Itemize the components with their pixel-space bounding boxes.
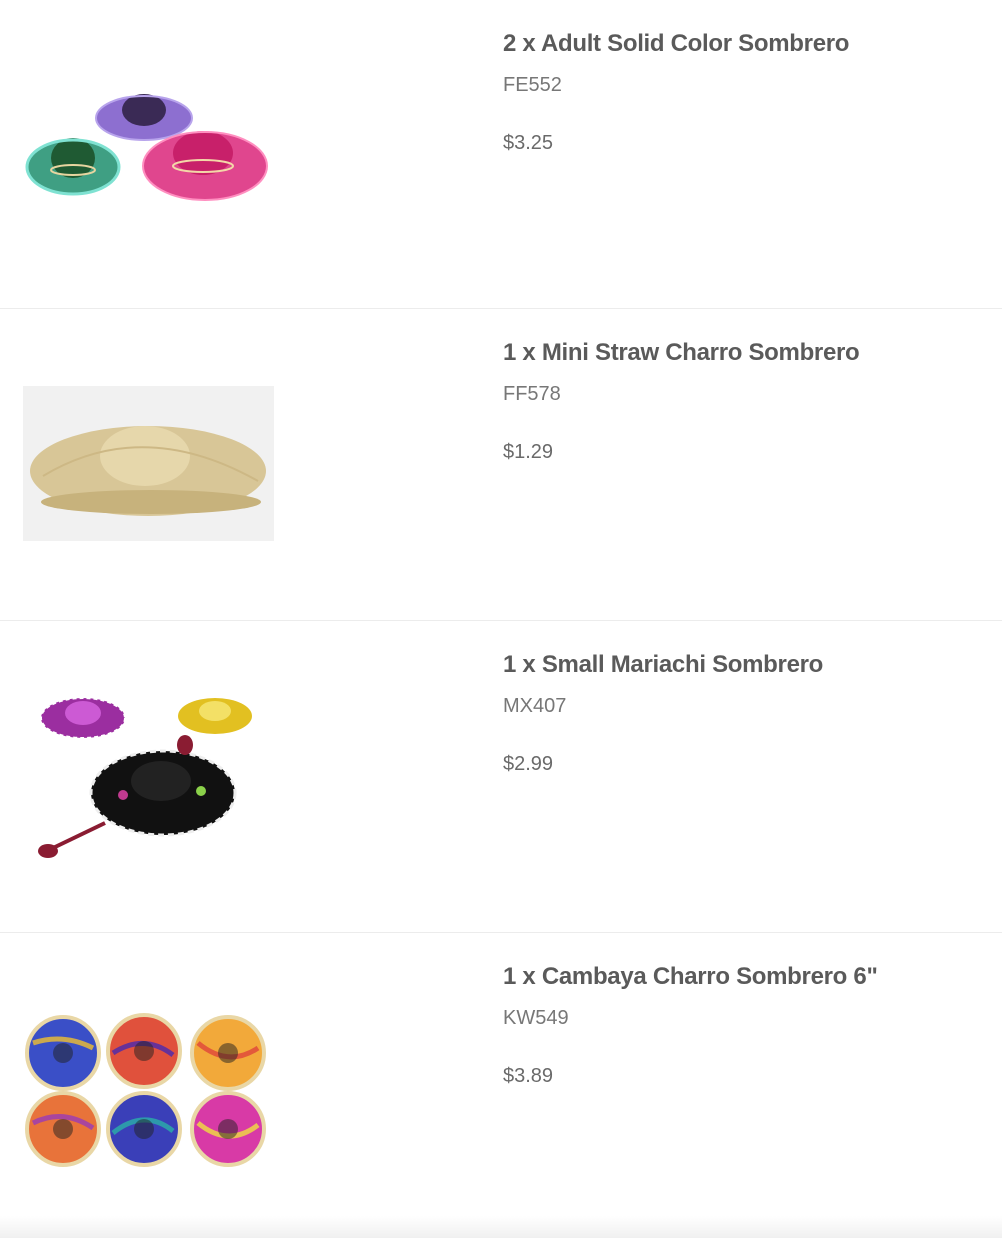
mariachi-sombreros-image: [38, 697, 252, 858]
item-sku: KW549: [503, 1007, 569, 1029]
three-straw-sombreros-image: [25, 94, 268, 201]
product-image[interactable]: [23, 386, 274, 541]
item-title[interactable]: 1 x Cambaya Charro Sombrero 6": [503, 963, 878, 991]
item-info: 1 x Mini Straw Charro Sombrero FF578 $1.…: [503, 339, 860, 464]
cart-item: 1 x Mini Straw Charro Sombrero FF578 $1.…: [0, 308, 1002, 620]
item-price: $2.99: [503, 753, 554, 775]
item-title[interactable]: 2 x Adult Solid Color Sombrero: [503, 30, 849, 58]
bottom-fade: [0, 1216, 1002, 1238]
product-image[interactable]: [23, 80, 274, 235]
cart-item-list: 2 x Adult Solid Color Sombrero FE552 $3.…: [0, 0, 1002, 1244]
product-image[interactable]: [23, 1013, 274, 1173]
item-sku: FE552: [503, 74, 562, 96]
item-info: 1 x Cambaya Charro Sombrero 6" KW549 $3.…: [503, 963, 878, 1088]
item-title[interactable]: 1 x Mini Straw Charro Sombrero: [503, 339, 860, 367]
straw-sombrero-image: [30, 426, 266, 516]
item-price: $1.29: [503, 441, 554, 463]
item-info: 2 x Adult Solid Color Sombrero FE552 $3.…: [503, 30, 849, 155]
item-price: $3.89: [503, 1065, 554, 1087]
cart-item: 1 x Cambaya Charro Sombrero 6" KW549 $3.…: [0, 932, 1002, 1244]
cart-item: 2 x Adult Solid Color Sombrero FE552 $3.…: [0, 0, 1002, 308]
item-price: $3.25: [503, 132, 554, 154]
item-info: 1 x Small Mariachi Sombrero MX407 $2.99: [503, 651, 823, 776]
item-title[interactable]: 1 x Small Mariachi Sombrero: [503, 651, 823, 679]
cart-item: 1 x Small Mariachi Sombrero MX407 $2.99: [0, 620, 1002, 932]
item-sku: FF578: [503, 383, 561, 405]
item-sku: MX407: [503, 695, 567, 717]
cambaya-sombreros-image: [25, 1013, 266, 1167]
product-image[interactable]: [23, 683, 274, 858]
